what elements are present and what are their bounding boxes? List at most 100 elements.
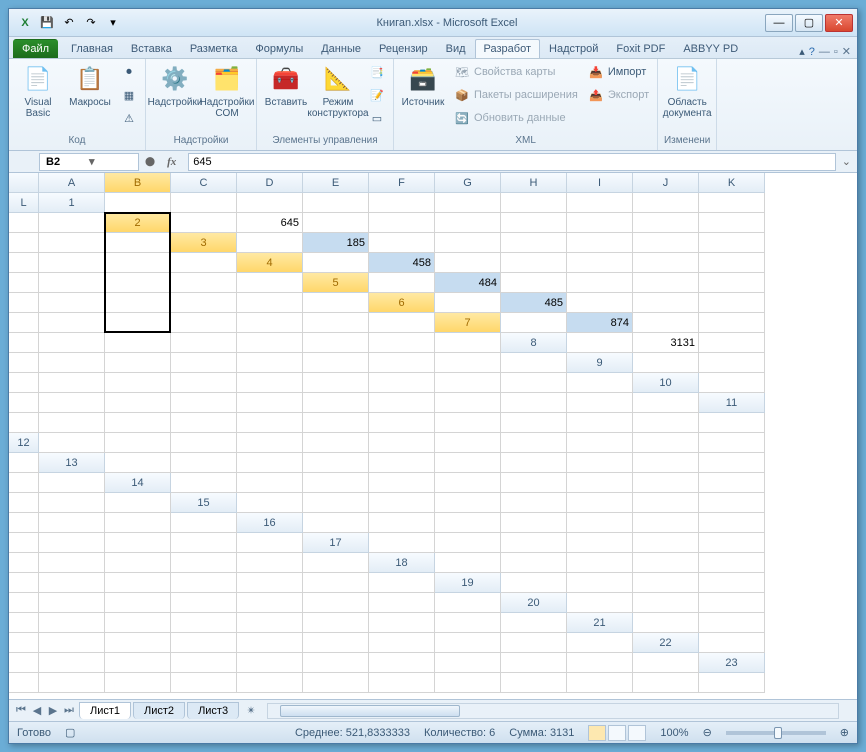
cell-H14[interactable]	[633, 473, 699, 493]
help-icon[interactable]: ?	[809, 46, 815, 58]
cell-F21[interactable]	[171, 633, 237, 653]
cell-J16[interactable]	[105, 533, 171, 553]
cell-K14[interactable]	[39, 493, 105, 513]
cell-F5[interactable]	[699, 273, 765, 293]
cell-D3[interactable]	[435, 233, 501, 253]
cell-I10[interactable]	[435, 393, 501, 413]
cell-A6[interactable]	[435, 293, 501, 313]
cell-D17[interactable]	[567, 533, 633, 553]
cell-A2[interactable]	[171, 213, 237, 233]
doc-area-button[interactable]: 📄 Область документа	[662, 61, 712, 129]
cell-E15[interactable]	[501, 493, 567, 513]
cell-A20[interactable]	[567, 593, 633, 613]
cell-H22[interactable]	[369, 653, 435, 673]
cell-E16[interactable]	[567, 513, 633, 533]
cell-L18[interactable]	[369, 573, 435, 593]
cell-C22[interactable]	[39, 653, 105, 673]
cell-A8[interactable]	[567, 333, 633, 353]
cell-H9[interactable]	[303, 373, 369, 393]
sheet-tab-Лист2[interactable]: Лист2	[133, 702, 185, 719]
cell-F8[interactable]	[105, 353, 171, 373]
nav-next-icon[interactable]: ▶	[45, 703, 61, 719]
cell-J22[interactable]	[501, 653, 567, 673]
cell-I4[interactable]	[39, 273, 105, 293]
cell-G2[interactable]	[567, 213, 633, 233]
cell-C6[interactable]	[567, 293, 633, 313]
cell-G7[interactable]	[105, 333, 171, 353]
cell-D18[interactable]	[633, 553, 699, 573]
row-header-10[interactable]: 10	[633, 373, 699, 393]
select-all-corner[interactable]	[9, 173, 39, 193]
cell-L17[interactable]	[303, 553, 369, 573]
cell-B13[interactable]	[171, 453, 237, 473]
cell-B12[interactable]	[105, 433, 171, 453]
cell-D19[interactable]	[699, 573, 765, 593]
cell-G1[interactable]	[501, 193, 567, 213]
cell-F23[interactable]	[303, 673, 369, 693]
cell-C15[interactable]	[369, 493, 435, 513]
cell-C18[interactable]	[567, 553, 633, 573]
cell-C1[interactable]	[237, 193, 303, 213]
visual-basic-button[interactable]: 📄 Visual Basic	[13, 61, 63, 129]
zoom-slider[interactable]	[726, 731, 826, 735]
cell-C8[interactable]	[699, 333, 765, 353]
cell-F9[interactable]	[171, 373, 237, 393]
cell-F22[interactable]	[237, 653, 303, 673]
cell-A4[interactable]	[303, 253, 369, 273]
cell-A22[interactable]	[699, 633, 765, 653]
row-header-8[interactable]: 8	[501, 333, 567, 353]
cell-G4[interactable]	[699, 253, 765, 273]
cell-E17[interactable]	[633, 533, 699, 553]
cell-J18[interactable]	[237, 573, 303, 593]
cell-C20[interactable]	[699, 593, 765, 613]
zoom-out-button[interactable]: ⊖	[703, 726, 712, 739]
cell-K7[interactable]	[369, 333, 435, 353]
relative-refs-button[interactable]: ▦	[117, 84, 141, 106]
col-header-H[interactable]: H	[501, 173, 567, 193]
cell-K1[interactable]	[9, 213, 39, 233]
cell-E4[interactable]	[567, 253, 633, 273]
cell-E18[interactable]	[699, 553, 765, 573]
cell-I18[interactable]	[171, 573, 237, 593]
row-header-15[interactable]: 15	[171, 493, 237, 513]
minimize-button[interactable]: —	[765, 14, 793, 32]
insert-control-button[interactable]: 🧰 Вставить	[261, 61, 311, 129]
cell-E19[interactable]	[9, 593, 39, 613]
properties-button[interactable]: 📑	[365, 61, 389, 83]
tab-рецензир[interactable]: Рецензир	[370, 39, 437, 58]
row-header-22[interactable]: 22	[633, 633, 699, 653]
tab-вид[interactable]: Вид	[437, 39, 475, 58]
cell-L1[interactable]	[39, 213, 105, 233]
cell-I23[interactable]	[501, 673, 567, 693]
cell-A21[interactable]	[633, 613, 699, 633]
cell-G18[interactable]	[39, 573, 105, 593]
cell-L15[interactable]	[171, 513, 237, 533]
cell-G6[interactable]	[39, 313, 105, 333]
cell-L7[interactable]	[435, 333, 501, 353]
cell-J14[interactable]	[9, 493, 39, 513]
cell-E10[interactable]	[171, 393, 237, 413]
cell-C13[interactable]	[237, 453, 303, 473]
row-header-23[interactable]: 23	[699, 653, 765, 673]
cell-B18[interactable]	[501, 553, 567, 573]
cell-B11[interactable]	[39, 413, 105, 433]
cell-I19[interactable]	[237, 593, 303, 613]
cell-B17[interactable]	[435, 533, 501, 553]
cell-A17[interactable]	[369, 533, 435, 553]
cell-J8[interactable]	[369, 353, 435, 373]
cell-C7[interactable]	[633, 313, 699, 333]
cell-H20[interactable]	[237, 613, 303, 633]
cell-I5[interactable]	[105, 293, 171, 313]
cell-A15[interactable]	[237, 493, 303, 513]
cell-L6[interactable]	[369, 313, 435, 333]
macros-button[interactable]: 📋 Макросы	[65, 61, 115, 129]
cell-K15[interactable]	[105, 513, 171, 533]
cell-L8[interactable]	[501, 353, 567, 373]
cell-B15[interactable]	[303, 493, 369, 513]
horizontal-scrollbar[interactable]	[267, 703, 839, 719]
cell-B9[interactable]	[699, 353, 765, 373]
cell-D5[interactable]	[567, 273, 633, 293]
cell-H15[interactable]	[699, 493, 765, 513]
cell-J7[interactable]	[303, 333, 369, 353]
cell-D14[interactable]	[369, 473, 435, 493]
